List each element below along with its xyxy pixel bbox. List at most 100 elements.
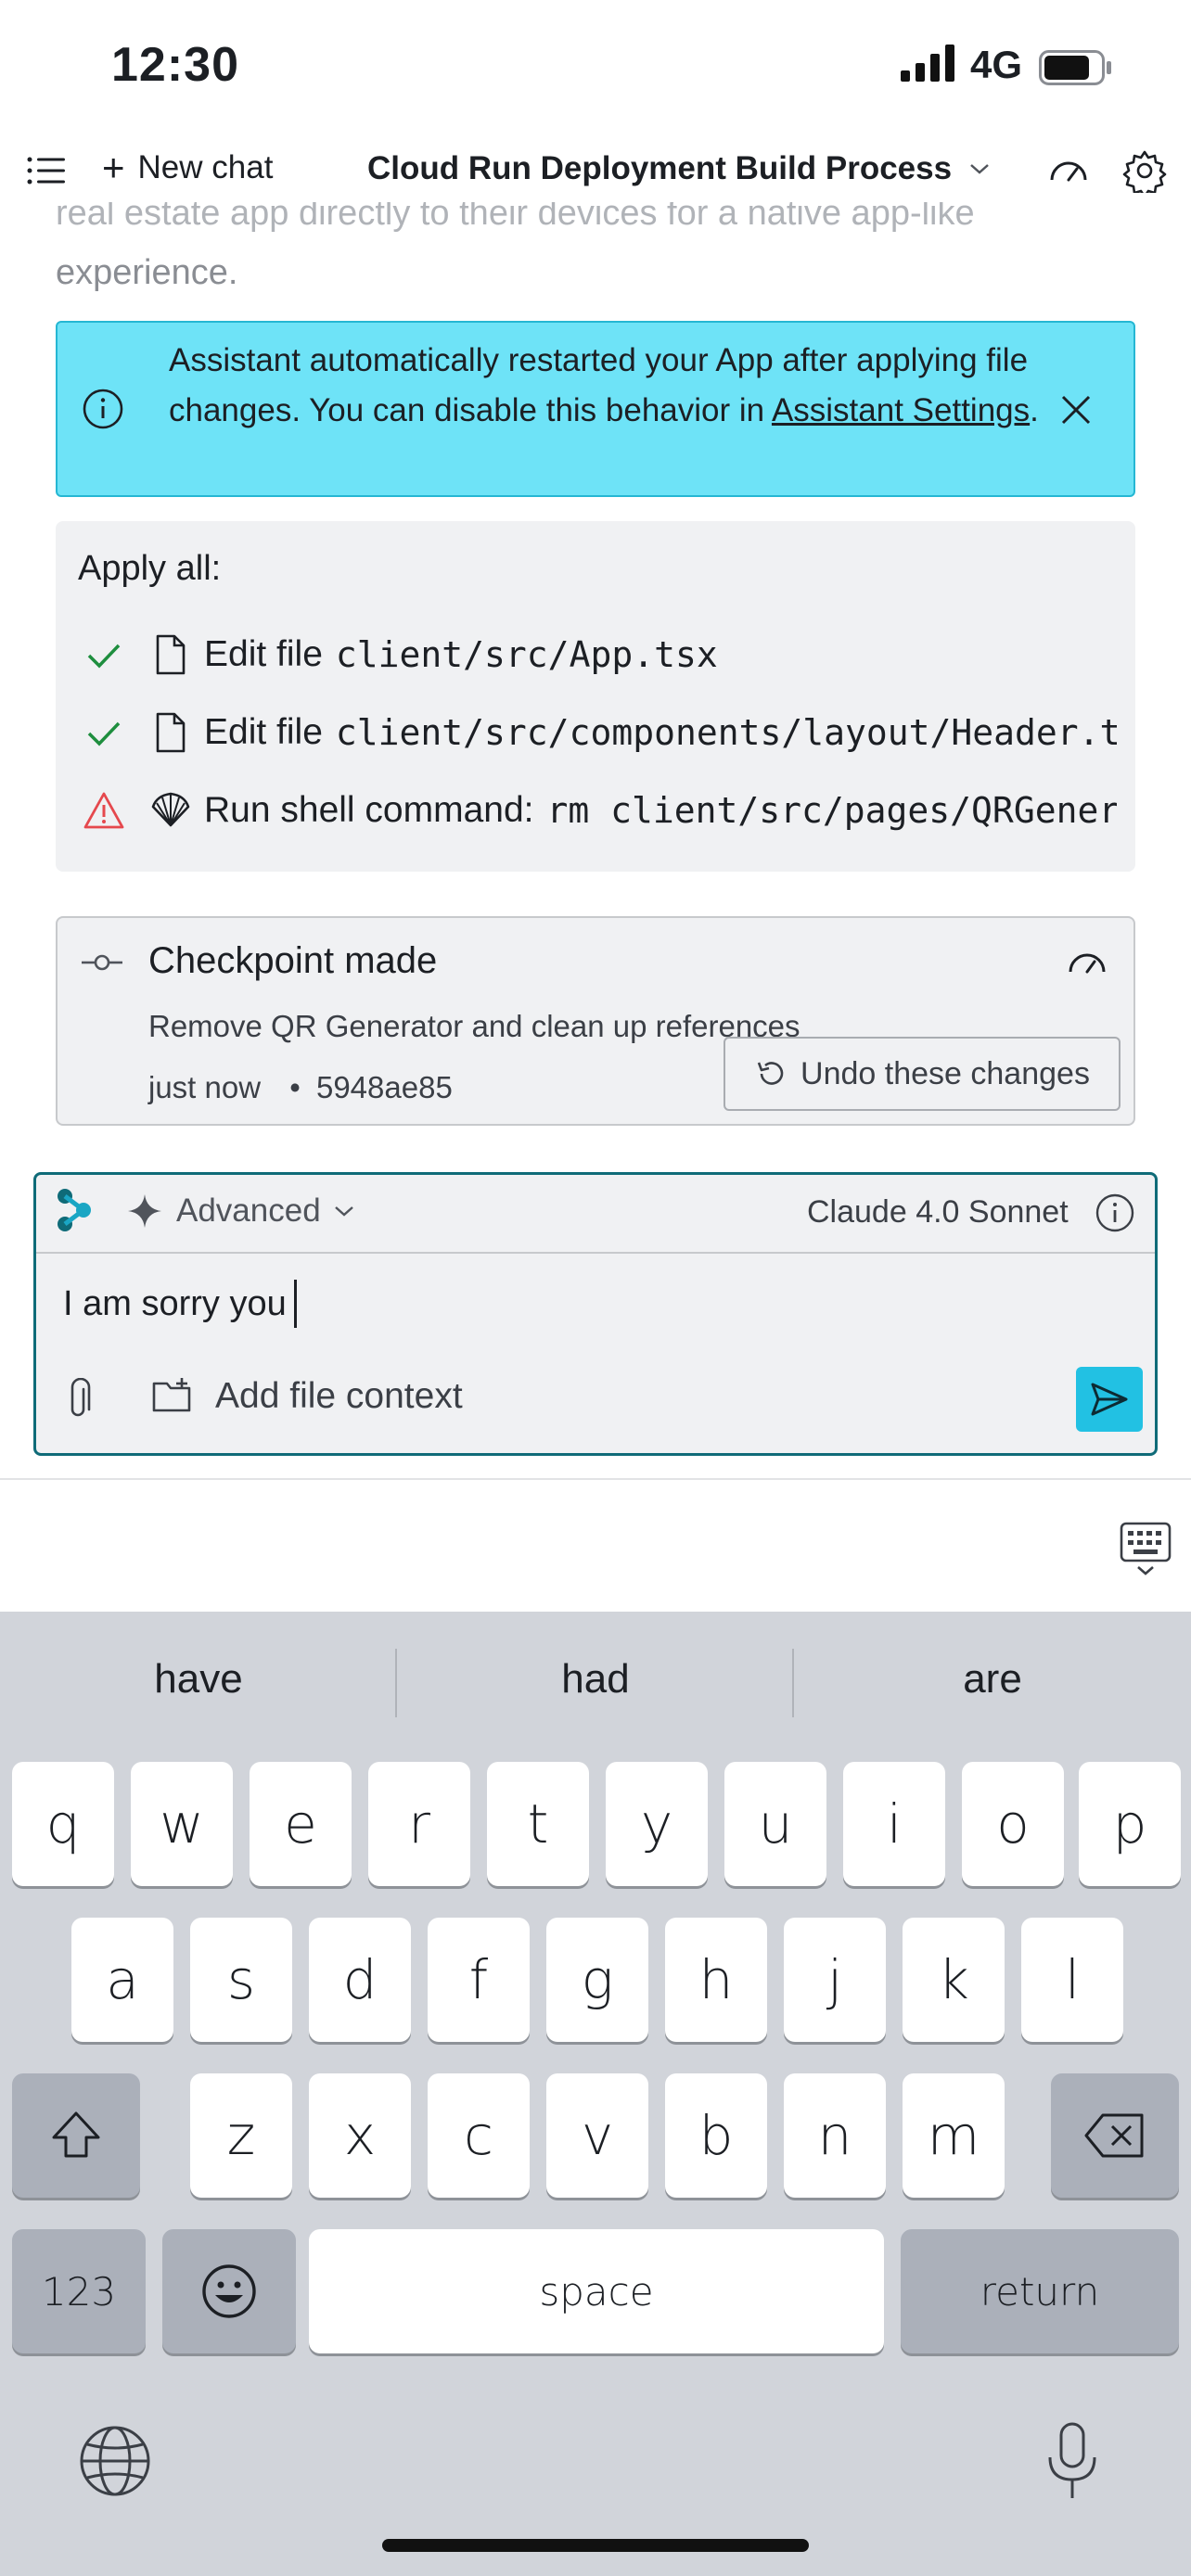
apply-all-title: Apply all: [78,549,222,588]
shift-icon [52,2111,100,2158]
mode-dropdown[interactable]: Advanced [126,1192,354,1230]
plus-icon: + [102,146,125,189]
undo-icon [757,1062,784,1085]
battery-icon [1039,50,1111,85]
key[interactable]: r [368,1762,470,1886]
key[interactable]: q [12,1762,114,1886]
key[interactable]: h [665,1918,767,2042]
chevron-down-icon [970,164,989,174]
info-icon[interactable] [1095,1192,1135,1233]
apply-item-command: rm client/src/pages/QRGenerator.tsx [546,790,1118,831]
key[interactable]: o [962,1762,1064,1886]
undo-changes-button[interactable]: Undo these changes [724,1037,1121,1111]
assistant-logo-icon [58,1189,91,1231]
apply-item-label: Run shell command: [204,790,534,830]
keyboard-icon[interactable] [1119,1521,1172,1578]
banner-text: Assistant automatically restarted your A… [169,336,1041,436]
apply-item-label: Edit file [204,634,323,674]
message-input[interactable]: I am sorry you [63,1280,297,1328]
new-chat-button[interactable]: + New chat [102,148,273,187]
key[interactable]: m [903,2073,1005,2198]
cellular-signal-icon [901,45,954,82]
apply-item[interactable]: Run shell command: rm client/src/pages/Q… [78,784,1117,836]
mode-label: Advanced [176,1192,321,1229]
new-chat-label: New chat [137,149,274,185]
backspace-icon [1084,2113,1144,2158]
checkpoint-commit: 5948ae85 [315,1070,453,1104]
checkpoint-time: just now [148,1070,262,1104]
space-key[interactable]: space [309,2229,884,2353]
apply-item-path: client/src/App.tsx [335,634,718,675]
network-type: 4G [970,43,1023,86]
separator-dot: • [289,1070,301,1104]
key[interactable]: e [250,1762,352,1886]
suggestion[interactable]: are [794,1656,1191,1702]
sparkle-icon [128,1194,161,1228]
check-icon [87,644,121,669]
chevron-down-icon [334,1206,353,1217]
key[interactable]: l [1021,1918,1123,2042]
key[interactable]: z [190,2073,292,2198]
sidebar-menu-icon[interactable] [24,148,69,193]
key[interactable]: d [309,1918,411,2042]
suggestion[interactable]: have [0,1656,397,1702]
folder-plus-icon [152,1378,191,1412]
shift-key[interactable] [12,2073,140,2198]
key[interactable]: f [428,1918,530,2042]
chat-title-dropdown[interactable]: Cloud Run Deployment Build Process [367,150,991,187]
key[interactable]: y [606,1762,708,1886]
key[interactable]: w [131,1762,233,1886]
key[interactable]: a [71,1918,173,2042]
undo-label: Undo these changes [800,1055,1090,1091]
key[interactable]: b [665,2073,767,2198]
numbers-key[interactable]: 123 [12,2229,146,2353]
checkpoint-meta: just now • 5948ae85 [148,1070,453,1105]
apply-item[interactable]: Edit file client/src/components/layout/H… [78,707,1117,759]
suggestion[interactable]: had [397,1656,794,1702]
previous-message: real estate app directly to their device… [0,202,1191,295]
file-icon [156,634,186,675]
key[interactable]: i [843,1762,945,1886]
assistant-settings-link[interactable]: Assistant Settings [772,392,1030,428]
home-indicator [382,2539,809,2552]
file-icon [156,712,186,753]
apply-item-path: client/src/components/layout/Header.tsx [335,712,1117,753]
apply-item[interactable]: Edit file client/src/App.tsx [78,629,1117,681]
gauge-icon[interactable] [1046,148,1091,193]
status-time: 12:30 [111,38,239,92]
emoji-icon [202,2264,256,2318]
key[interactable]: n [784,2073,886,2198]
shell-icon [151,792,190,827]
key[interactable]: p [1079,1762,1181,1886]
message-input-value: I am sorry you [63,1283,287,1323]
add-file-context-button[interactable]: Add file context [150,1376,463,1417]
check-icon [87,721,121,746]
key[interactable]: s [190,1918,292,2042]
key[interactable]: g [546,1918,648,2042]
key[interactable]: v [546,2073,648,2198]
send-button[interactable] [1076,1367,1143,1432]
key[interactable]: c [428,2073,530,2198]
key[interactable]: u [724,1762,826,1886]
emoji-key[interactable] [162,2229,296,2353]
commit-icon [82,954,122,971]
close-icon[interactable] [1056,389,1096,430]
gauge-icon[interactable] [1065,942,1109,979]
key[interactable]: x [309,2073,411,2198]
model-name[interactable]: Claude 4.0 Sonnet [807,1194,1069,1231]
key[interactable]: j [784,1918,886,2042]
key[interactable]: t [487,1762,589,1886]
microphone-icon[interactable] [1044,2420,1100,2502]
chat-title: Cloud Run Deployment Build Process [367,150,953,186]
gear-icon[interactable] [1122,148,1167,193]
composer-divider [36,1252,1155,1254]
key[interactable]: k [903,1918,1005,2042]
warning-icon [83,792,124,829]
add-file-context-label: Add file context [215,1376,463,1416]
globe-icon[interactable] [78,2424,152,2498]
checkpoint-title: Checkpoint made [148,940,438,981]
send-icon [1091,1383,1128,1416]
return-key[interactable]: return [901,2229,1179,2353]
paperclip-icon[interactable] [59,1378,100,1422]
delete-key[interactable] [1051,2073,1179,2198]
